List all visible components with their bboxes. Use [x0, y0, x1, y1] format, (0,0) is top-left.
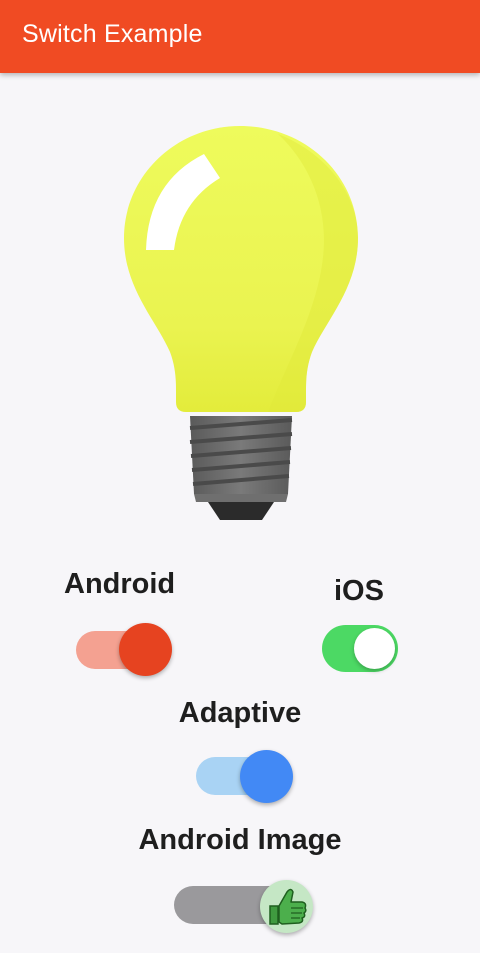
android-label: Android [64, 568, 176, 600]
image-switch-thumb[interactable] [260, 880, 313, 933]
page-title: Switch Example [22, 20, 203, 48]
lightbulb-icon [124, 126, 358, 520]
android-switch-thumb[interactable] [119, 623, 172, 676]
android-image-label: Android Image [138, 824, 342, 856]
adaptive-label: Adaptive [178, 697, 302, 729]
ios-label: iOS [334, 575, 384, 607]
ios-switch-thumb[interactable] [354, 628, 395, 669]
adaptive-switch-thumb[interactable] [240, 750, 293, 803]
thumbs-up-icon [269, 888, 307, 925]
app-bar: Switch Example [0, 0, 480, 73]
